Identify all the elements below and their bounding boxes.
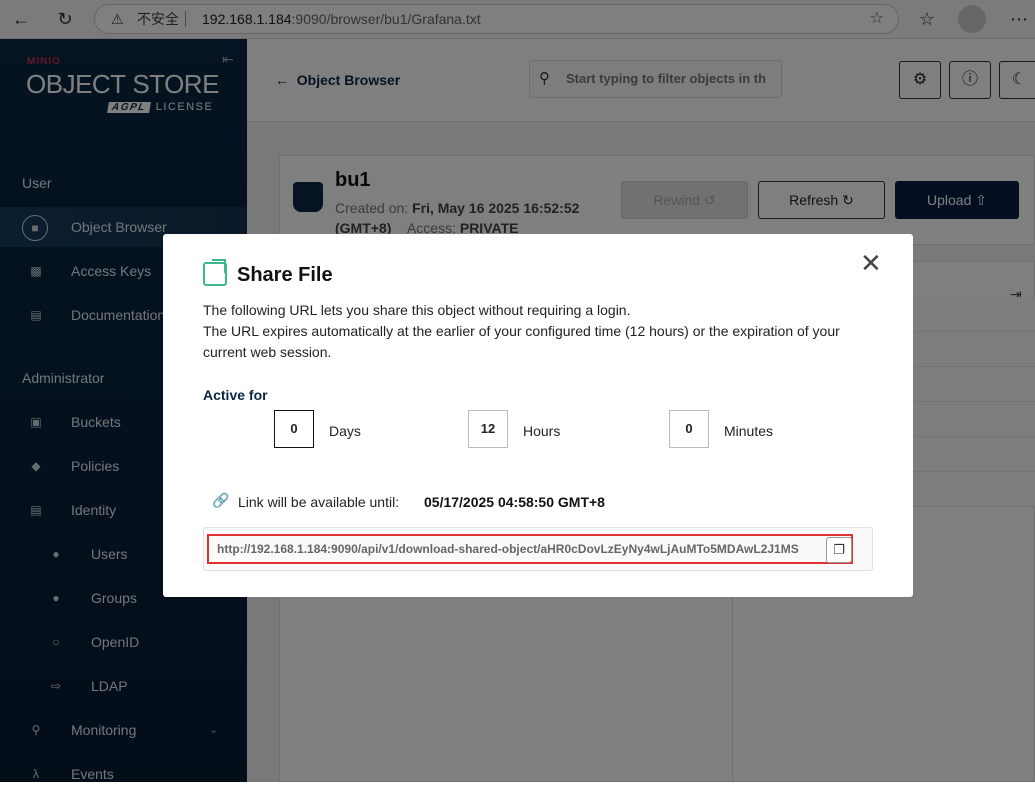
days-input[interactable]: 0 — [274, 410, 314, 448]
available-until-date: 05/17/2025 04:58:50 GMT+8 — [424, 494, 605, 510]
active-for-label: Active for — [203, 387, 268, 403]
minutes-input[interactable]: 0 — [669, 410, 709, 448]
dialog-title: Share File — [237, 264, 333, 286]
share-url-field[interactable]: http://192.168.1.184:9090/api/v1/downloa… — [207, 534, 853, 564]
close-icon[interactable]: ✕ — [860, 248, 882, 279]
share-url-container: http://192.168.1.184:9090/api/v1/downloa… — [203, 527, 873, 571]
hours-input[interactable]: 12 — [468, 410, 508, 448]
share-file-dialog: Share File ✕ The following URL lets you … — [163, 234, 913, 597]
share-icon — [203, 259, 227, 286]
hours-label: Hours — [523, 423, 561, 439]
link-icon: 🔗 — [212, 492, 230, 508]
copy-icon[interactable]: ❐ — [826, 537, 852, 563]
minutes-label: Minutes — [724, 423, 774, 439]
dialog-description: The following URL lets you share this ob… — [203, 302, 840, 360]
days-label: Days — [329, 423, 361, 439]
available-until-label: Link will be available until: — [238, 494, 400, 510]
